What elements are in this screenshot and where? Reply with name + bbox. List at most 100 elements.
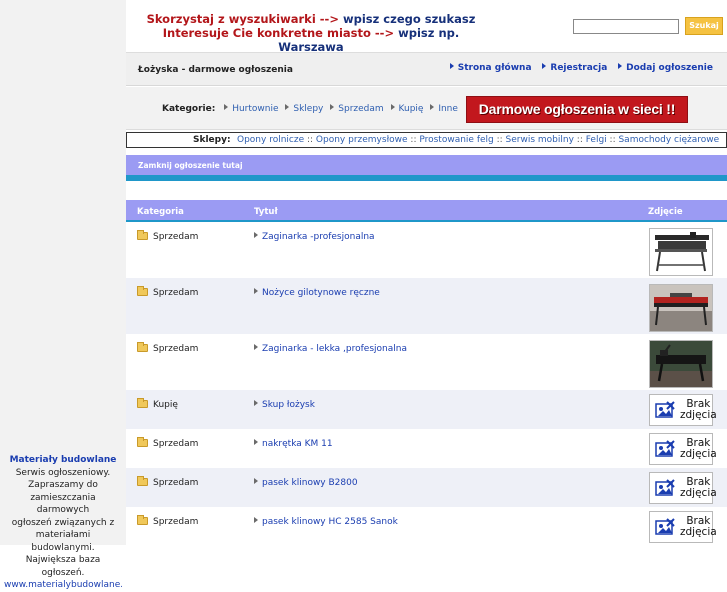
free-ads-banner[interactable]: Darmowe ogłoszenia w sieci !! — [466, 96, 688, 123]
table-row[interactable]: Sprzedam Nożyce gilotynowe ręczne — [126, 278, 727, 334]
row-category-label: Sprzedam — [153, 478, 199, 488]
arrow-right-icon — [618, 63, 623, 69]
guillotine-shears-image — [650, 285, 712, 331]
category-item[interactable]: Sklepy — [285, 104, 323, 114]
category-item[interactable]: Inne — [430, 104, 458, 114]
nav-add-listing[interactable]: Dodaj ogłoszenie — [618, 63, 713, 73]
nav-register[interactable]: Rejestracja — [542, 63, 607, 73]
arrow-right-icon — [330, 104, 335, 110]
category-item-label[interactable]: Inne — [438, 104, 458, 114]
row-category-label: Sprzedam — [153, 439, 199, 449]
sidebar-ad-title[interactable]: Materiały budowlane — [4, 454, 122, 467]
no-photo-placeholder[interactable]: Brak zdjęcia — [649, 394, 717, 426]
row-title-link[interactable]: Skup łożysk — [262, 400, 315, 410]
table-row[interactable]: Sprzedam pasek klinowy B2800 Brak zdjęcia — [126, 468, 727, 507]
no-photo-placeholder[interactable]: Brak zdjęcia — [649, 472, 717, 504]
row-category-label: Sprzedam — [153, 517, 199, 527]
arrow-right-icon — [254, 478, 258, 484]
category-item[interactable]: Hurtownie — [224, 104, 279, 114]
table-row[interactable]: Sprzedam Zaginarka - lekka ,profesjonaln… — [126, 334, 727, 390]
table-row[interactable]: Sprzedam nakrętka KM 11 Brak zdjęcia — [126, 429, 727, 468]
row-title[interactable]: pasek klinowy B2800 — [254, 478, 358, 488]
search-button[interactable]: Szukaj — [685, 17, 723, 35]
shop-link[interactable]: Opony rolnicze — [237, 135, 304, 145]
nav-home-label[interactable]: Strona główna — [458, 63, 532, 73]
row-category: Sprzedam — [137, 230, 198, 242]
column-header-category: Kategoria — [137, 207, 184, 217]
main-content: Skorzystaj z wyszukiwarki --> wpisz czeg… — [126, 0, 727, 545]
listing-photo[interactable] — [649, 340, 713, 388]
table-row[interactable]: Sprzedam Zaginarka -profesjonalna — [126, 222, 727, 278]
row-category: Sprzedam — [137, 286, 198, 298]
login-bar-text[interactable]: Zamknij ogłoszenie tutaj — [138, 161, 243, 170]
row-title-link[interactable]: pasek klinowy B2800 — [262, 478, 358, 488]
row-title[interactable]: nakrętka KM 11 — [254, 439, 333, 449]
row-title[interactable]: Zaginarka -profesjonalna — [254, 232, 375, 242]
listing-photo[interactable] — [649, 284, 713, 332]
row-title[interactable]: Nożyce gilotynowe ręczne — [254, 288, 380, 298]
nav-add-listing-label[interactable]: Dodaj ogłoszenie — [626, 63, 713, 73]
search-input[interactable] — [573, 19, 679, 34]
row-category: Sprzedam — [137, 342, 199, 354]
shop-link[interactable]: Prostowanie felg — [419, 135, 493, 145]
bending-machine-image — [650, 229, 712, 275]
nav-register-label[interactable]: Rejestracja — [550, 63, 607, 73]
shop-link[interactable]: Serwis mobilny — [506, 135, 574, 145]
no-photo-icon — [655, 401, 675, 418]
shop-link[interactable]: Opony przemysłowe — [316, 135, 408, 145]
shops-links: Opony rolnicze :: Opony przemysłowe :: P… — [237, 135, 720, 145]
sidebar-ad-line: Zapraszamy do — [28, 480, 98, 490]
category-label: Kategorie: — [162, 104, 216, 114]
row-title-link[interactable]: pasek klinowy HC 2585 Sanok — [262, 517, 398, 527]
sidebar-ad[interactable]: Materiały budowlane Serwis ogłoszeniowy.… — [4, 454, 122, 592]
category-item[interactable]: Sprzedam — [330, 104, 384, 114]
folder-icon — [137, 515, 148, 525]
shop-link[interactable]: Samochody ciężarowe — [618, 135, 719, 145]
arrow-right-icon — [449, 63, 454, 69]
row-title-link[interactable]: Zaginarka - lekka ,profesjonalna — [262, 344, 407, 354]
listing-table: Kategoria Tytuł Zdjęcie Sprzedam Zaginar… — [126, 200, 727, 546]
row-title-link[interactable]: nakrętka KM 11 — [262, 439, 333, 449]
page-title: Łożyska - darmowe ogłoszenia — [138, 65, 293, 75]
listing-photo[interactable] — [649, 228, 713, 276]
no-photo-icon — [655, 518, 675, 535]
title-bar: Łożyska - darmowe ogłoszenia Strona głów… — [126, 53, 727, 86]
login-bar: Zamknij ogłoszenie tutaj — [126, 155, 727, 175]
sidebar-ad-line: materiałami budowlanymi. — [31, 530, 95, 553]
row-category: Sprzedam — [137, 515, 199, 527]
category-item-label[interactable]: Sklepy — [293, 104, 323, 114]
row-category: Sprzedam — [137, 476, 199, 488]
no-photo-placeholder[interactable]: Brak zdjęcia — [649, 511, 717, 543]
nav-home[interactable]: Strona główna — [449, 63, 532, 73]
shop-link[interactable]: Felgi — [586, 135, 607, 145]
row-title[interactable]: Zaginarka - lekka ,profesjonalna — [254, 344, 407, 354]
category-links: Kategorie: Hurtownie Sklepy Sprzedam Kup… — [162, 104, 458, 114]
row-title[interactable]: pasek klinowy HC 2585 Sanok — [254, 517, 398, 527]
sidebar-ad-line: Największa baza ogłoszeń. — [25, 555, 101, 578]
no-photo-placeholder[interactable]: Brak zdjęcia — [649, 433, 717, 465]
category-item[interactable]: Kupię — [390, 104, 424, 114]
arrow-right-icon — [224, 104, 229, 110]
row-category-label: Sprzedam — [153, 344, 199, 354]
table-row[interactable]: Sprzedam pasek klinowy HC 2585 Sanok Bra… — [126, 507, 727, 546]
category-item-label[interactable]: Sprzedam — [338, 104, 383, 114]
sidebar-ad-line: ogłoszeń związanych z — [11, 517, 115, 528]
sidebar-ad-url[interactable]: www.materialybudowlane.com — [4, 579, 122, 592]
arrow-right-icon — [254, 439, 258, 445]
folder-icon — [137, 398, 148, 408]
folder-icon — [137, 437, 148, 447]
light-bending-machine-image — [650, 341, 712, 387]
folder-icon — [137, 286, 148, 296]
row-title-link[interactable]: Nożyce gilotynowe ręczne — [262, 288, 380, 298]
sidebar-ad-line: zamieszczania darmowych — [30, 492, 96, 516]
no-photo-text: Brak zdjęcia — [680, 398, 717, 421]
no-photo-icon — [655, 479, 675, 496]
no-photo-text: Brak zdjęcia — [680, 476, 717, 499]
category-item-label[interactable]: Hurtownie — [232, 104, 278, 114]
promo-line-1b: wpisz czego szukasz — [342, 12, 476, 26]
row-title[interactable]: Skup łożysk — [254, 400, 315, 410]
table-row[interactable]: Kupię Skup łożysk Brak zdjęcia — [126, 390, 727, 429]
category-item-label[interactable]: Kupię — [399, 104, 424, 114]
category-bar: Kategorie: Hurtownie Sklepy Sprzedam Kup… — [126, 87, 727, 130]
row-title-link[interactable]: Zaginarka -profesjonalna — [262, 232, 375, 242]
